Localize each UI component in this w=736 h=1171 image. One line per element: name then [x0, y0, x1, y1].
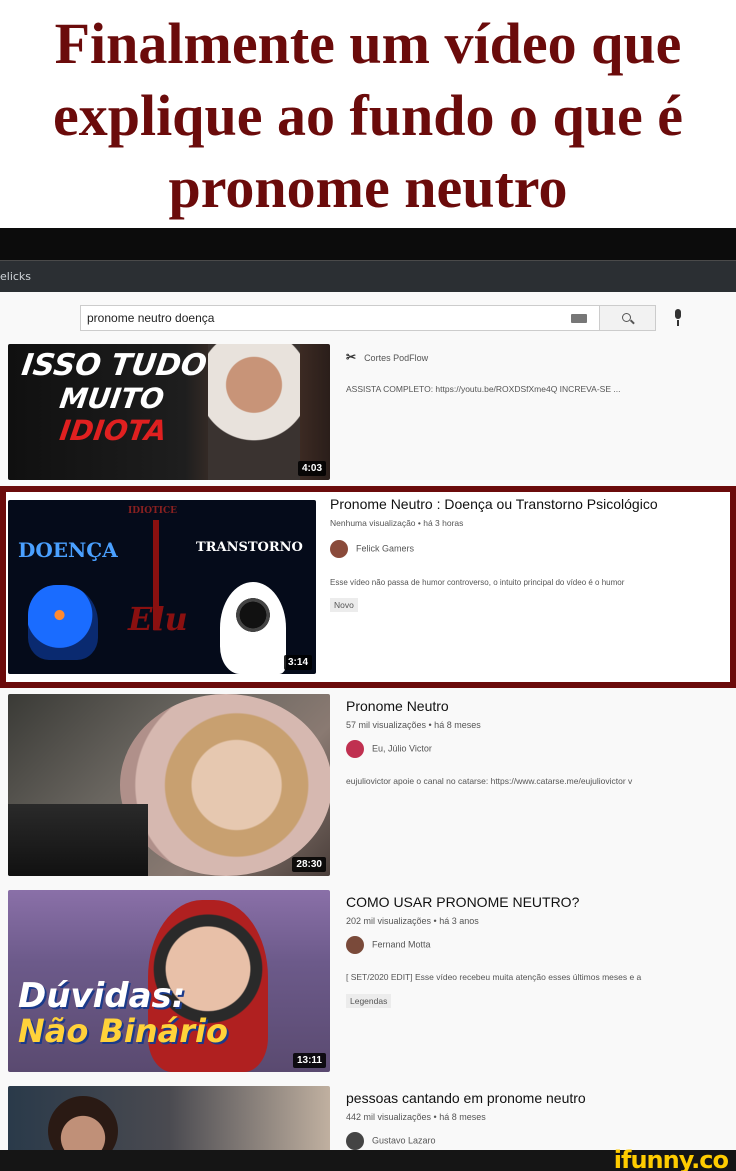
thumbnail-person [208, 344, 300, 480]
video-title[interactable]: Pronome Neutro [346, 698, 449, 714]
person-image [48, 1096, 118, 1150]
video-duration: 4:03 [297, 461, 326, 476]
channel-name[interactable]: ✂ Cortes PodFlow [346, 350, 428, 364]
microphone-button[interactable] [669, 308, 687, 328]
video-duration: 13:11 [292, 1053, 326, 1068]
video-title[interactable]: Pronome Neutro : Doença ou Transtorno Ps… [330, 496, 658, 512]
video-title[interactable]: COMO USAR PRONOME NEUTRO? [346, 894, 579, 910]
thumb-text-nao-binario: Não Binário [18, 1012, 228, 1050]
new-badge: Novo [330, 598, 358, 612]
video-duration: 3:14 [283, 655, 312, 670]
ifunny-footer: ifunny.co [0, 1146, 736, 1171]
video-meta: 202 mil visualizações • há 3 anos [346, 916, 479, 926]
channel-name[interactable]: Fernand Motta [346, 936, 431, 954]
brain-image [28, 585, 98, 660]
video-description: ASSISTA COMPLETO: https://youtu.be/ROXDS… [346, 384, 621, 394]
keyboard-icon[interactable] [571, 314, 587, 323]
scissors-icon: ✂ [346, 350, 357, 364]
video-description: [ SET/2020 EDIT] Esse vídeo recebeu muit… [346, 972, 642, 982]
ifunny-logo: ifunny.co [613, 1146, 729, 1171]
result-thumbnail-5[interactable] [8, 1086, 330, 1150]
mirror-image [120, 694, 330, 876]
thumb-text-3: IDIOTA [57, 414, 169, 447]
thumb-text-duvidas: Dúvidas: [18, 976, 186, 1016]
meme-caption: Finalmente um vídeo que explique ao fund… [0, 0, 736, 228]
caption-line-3: pronome neutro [168, 155, 568, 220]
result-thumbnail-1[interactable]: ISSO TUDO MUITO IDIOTA 4:03 [8, 344, 330, 480]
result-row-3[interactable]: 28:30 Pronome Neutro 57 mil visualizaçõe… [0, 692, 736, 882]
result-row-5[interactable]: pessoas cantando em pronome neutro 442 m… [0, 1084, 736, 1150]
video-meta: 442 mil visualizações • há 8 meses [346, 1112, 486, 1122]
search-input[interactable]: pronome neutro doença [80, 305, 600, 331]
thumb-label-elu: Elu [128, 600, 188, 638]
search-query[interactable]: pronome neutro doença [87, 311, 214, 325]
thumb-label-idiotice: IDIOTICE [128, 506, 177, 516]
thumb-label-doenca: DOENÇA [18, 538, 118, 562]
search-icon [622, 313, 631, 322]
scribble-image [236, 598, 270, 632]
result-row-1[interactable]: ISSO TUDO MUITO IDIOTA 4:03 ✂ Cortes PodF… [0, 338, 736, 486]
video-duration: 28:30 [292, 857, 326, 872]
channel-name[interactable]: Eu, Júlio Victor [346, 740, 432, 758]
result-row-4[interactable]: Dúvidas: Não Binário 13:11 COMO USAR PRO… [0, 888, 736, 1078]
search-button[interactable] [599, 305, 656, 331]
video-title[interactable]: pessoas cantando em pronome neutro [346, 1090, 586, 1106]
microphone-icon [675, 309, 681, 319]
result-thumbnail-2[interactable]: IDIOTICE DOENÇA TRANSTORNO Elu 3:14 [8, 500, 316, 674]
video-meta: Nenhuma visualização • há 3 horas [330, 518, 464, 528]
avatar [346, 1132, 364, 1150]
caption-line-2: explique ao fundo o que é [52, 83, 684, 148]
thumb-text-2: MUITO [57, 382, 167, 415]
avatar [330, 540, 348, 558]
browser-tab-bar: elicks [0, 260, 736, 292]
caption-line-1: Finalmente um vídeo que [54, 11, 682, 76]
thumb-label-transtorno: TRANSTORNO [196, 540, 303, 555]
youtube-results-area: pronome neutro doença ISSO TUDO MUITO ID… [0, 292, 736, 1150]
result-thumbnail-3[interactable]: 28:30 [8, 694, 330, 876]
channel-name[interactable]: Gustavo Lazaro [346, 1132, 436, 1150]
channel-name[interactable]: Felick Gamers [330, 540, 414, 558]
avatar [346, 740, 364, 758]
video-meta: 57 mil visualizações • há 8 meses [346, 720, 481, 730]
video-description: Esse vídeo não passa de humor controvers… [330, 578, 625, 587]
mixer-image [8, 804, 148, 876]
thumb-text-1: ISSO TUDO [19, 348, 209, 383]
result-thumbnail-4[interactable]: Dúvidas: Não Binário 13:11 [8, 890, 330, 1072]
video-description: eujuliovictor apoie o canal no catarse: … [346, 776, 633, 786]
head-silhouette [220, 582, 286, 674]
window-top-bar [0, 228, 736, 260]
tab-title[interactable]: elicks [0, 270, 31, 283]
avatar [346, 936, 364, 954]
subtitles-badge: Legendas [346, 994, 392, 1008]
result-row-2[interactable]: IDIOTICE DOENÇA TRANSTORNO Elu 3:14 Pron… [0, 492, 736, 682]
